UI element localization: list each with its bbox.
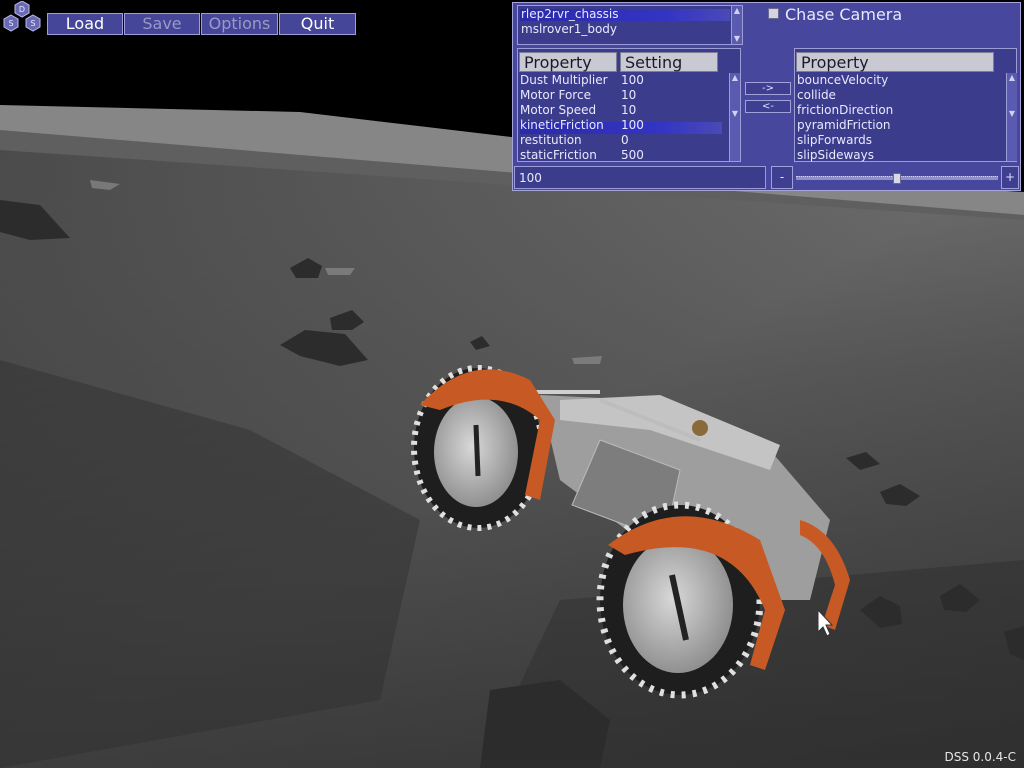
table-row-property[interactable]: Motor Force bbox=[520, 88, 591, 103]
chase-camera-checkbox[interactable] bbox=[768, 8, 779, 19]
list-item[interactable]: pyramidFriction bbox=[797, 118, 891, 133]
scroll-down-icon[interactable]: ▼ bbox=[732, 34, 742, 43]
table-row-property[interactable]: staticFriction bbox=[520, 148, 597, 163]
logo-letter-s2: S bbox=[30, 19, 35, 28]
body-list-item-0[interactable]: rlep2rvr_chassis bbox=[521, 7, 619, 22]
logo-letter-s1: S bbox=[8, 19, 13, 28]
table-row-property[interactable]: restitution bbox=[520, 133, 582, 148]
logo-letter-d: D bbox=[19, 5, 25, 14]
scroll-up-icon[interactable]: ▲ bbox=[1007, 73, 1017, 82]
body-list-item-1[interactable]: mslrover1_body bbox=[521, 22, 617, 37]
table-row-setting[interactable]: 100 bbox=[621, 118, 644, 133]
table-row-setting[interactable]: 10 bbox=[621, 88, 636, 103]
value-input-text: 100 bbox=[519, 171, 542, 185]
table-row-property[interactable]: Dust Multiplier bbox=[520, 73, 608, 88]
slider-increment-button[interactable]: + bbox=[1001, 166, 1019, 189]
quit-button[interactable]: Quit bbox=[279, 13, 356, 35]
load-button[interactable]: Load bbox=[47, 13, 123, 35]
table-row-setting[interactable]: 100 bbox=[621, 73, 644, 88]
table-row-property[interactable]: Motor Speed bbox=[520, 103, 596, 118]
settings-table-scrollbar[interactable]: ▲ ▼ bbox=[729, 73, 740, 161]
table-row-setting[interactable]: 10 bbox=[621, 103, 636, 118]
scroll-up-icon[interactable]: ▲ bbox=[732, 6, 742, 15]
setting-column-header[interactable]: Setting bbox=[620, 52, 718, 72]
list-item[interactable]: bounceVelocity bbox=[797, 73, 888, 88]
scroll-down-icon[interactable]: ▼ bbox=[1007, 109, 1017, 118]
scroll-down-icon[interactable]: ▼ bbox=[730, 109, 740, 118]
list-item[interactable]: slipSideways bbox=[797, 148, 874, 163]
body-list[interactable]: rlep2rvr_chassis mslrover1_body bbox=[517, 5, 743, 45]
property-editor-panel: rlep2rvr_chassis mslrover1_body ▲ ▼ Chas… bbox=[512, 2, 1021, 191]
add-property-button[interactable]: -> bbox=[745, 82, 791, 95]
value-input[interactable]: 100 bbox=[514, 166, 766, 189]
list-item[interactable]: collide bbox=[797, 88, 836, 103]
table-row-setting[interactable]: 500 bbox=[621, 148, 644, 163]
dss-logo: D S S bbox=[3, 1, 41, 32]
properties-list-scrollbar[interactable]: ▲ ▼ bbox=[1006, 73, 1017, 161]
available-property-column-header[interactable]: Property bbox=[796, 52, 994, 72]
list-item[interactable]: slipForwards bbox=[797, 133, 872, 148]
remove-property-button[interactable]: <- bbox=[745, 100, 791, 113]
save-button[interactable]: Save bbox=[124, 13, 200, 35]
property-column-header[interactable]: Property bbox=[519, 52, 617, 72]
version-label: DSS 0.0.4-C bbox=[944, 750, 1016, 764]
value-slider[interactable] bbox=[796, 169, 998, 186]
property-settings-table[interactable]: Property Setting Dust Multiplier 100 Mot… bbox=[517, 48, 741, 162]
available-properties-list[interactable]: Property bounceVelocity collide friction… bbox=[794, 48, 1017, 162]
options-button[interactable]: Options bbox=[201, 13, 278, 35]
body-list-scrollbar[interactable]: ▲ ▼ bbox=[731, 6, 742, 44]
scroll-up-icon[interactable]: ▲ bbox=[730, 73, 740, 82]
table-row-property[interactable]: kineticFriction bbox=[520, 118, 604, 133]
slider-decrement-button[interactable]: - bbox=[771, 166, 793, 189]
slider-thumb[interactable] bbox=[893, 173, 901, 184]
table-row-setting[interactable]: 0 bbox=[621, 133, 629, 148]
chase-camera-label: Chase Camera bbox=[785, 5, 903, 24]
list-item[interactable]: frictionDirection bbox=[797, 103, 893, 118]
